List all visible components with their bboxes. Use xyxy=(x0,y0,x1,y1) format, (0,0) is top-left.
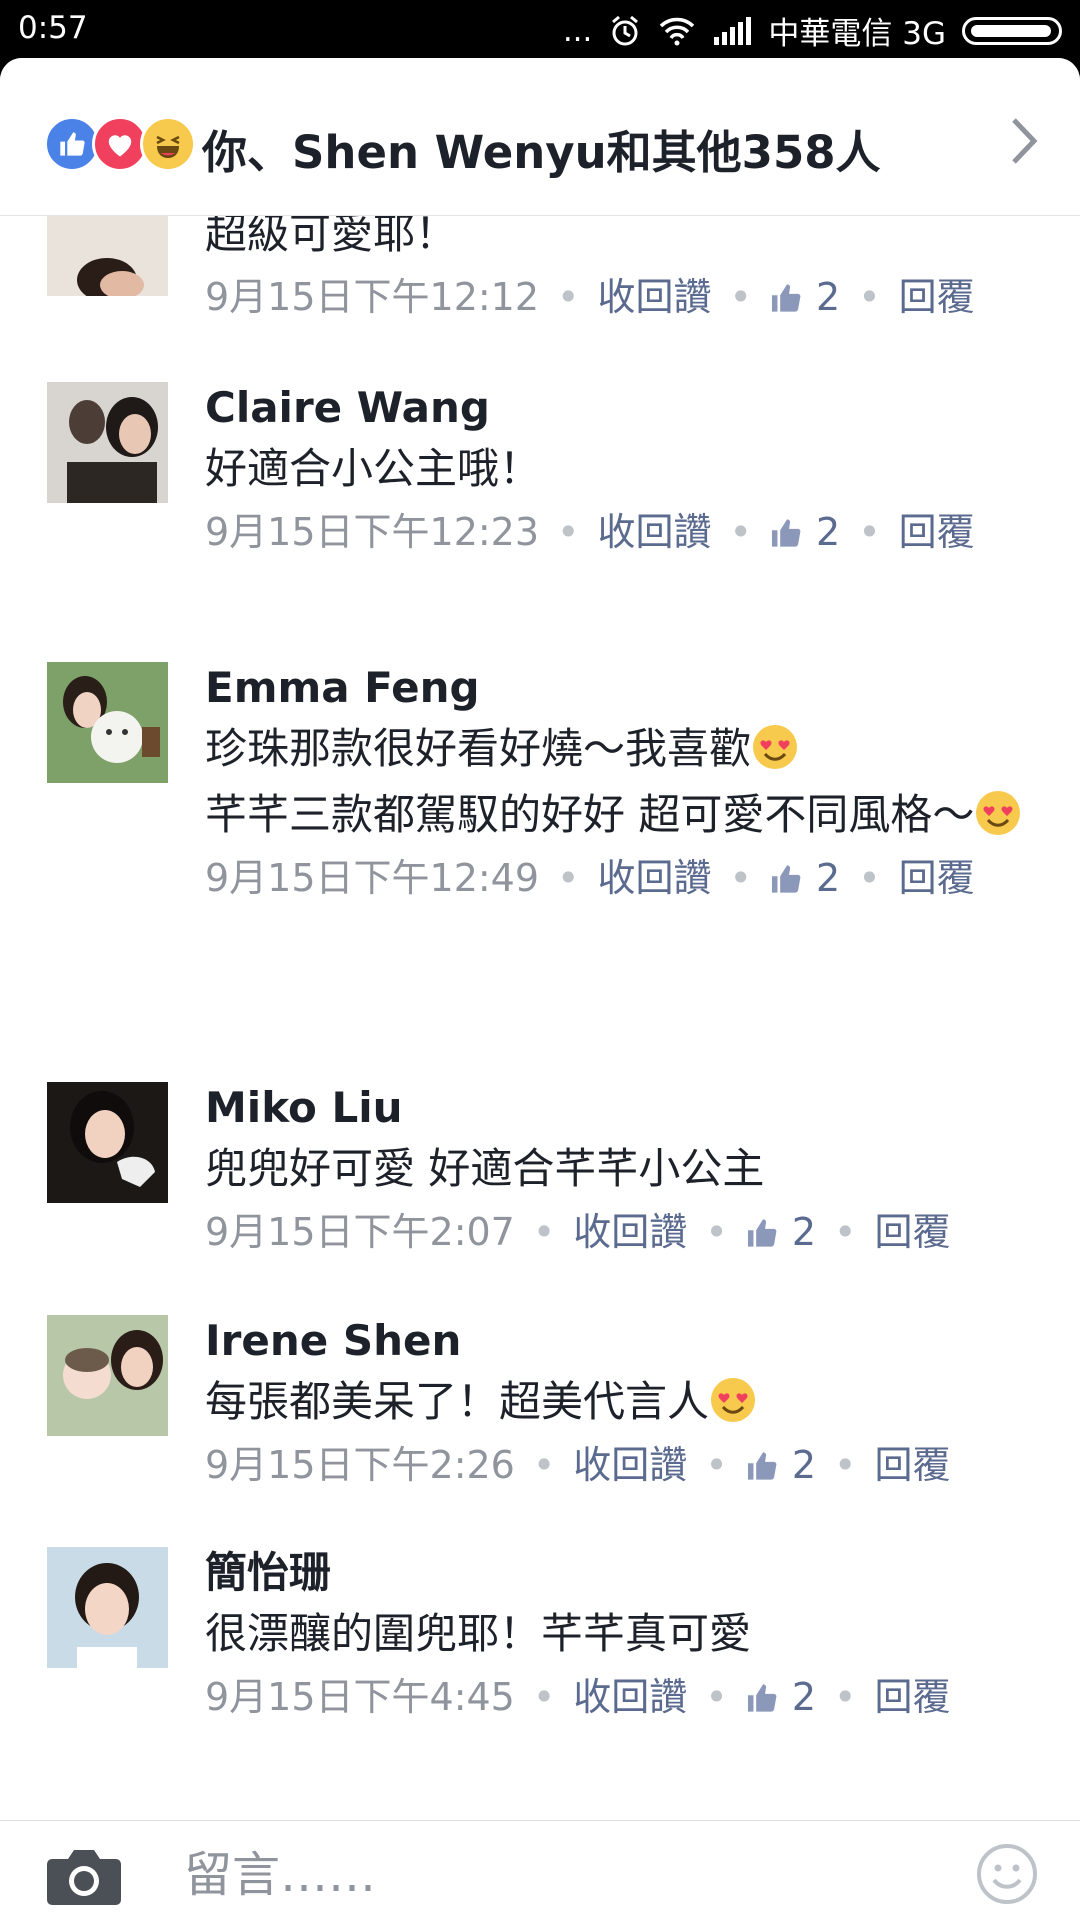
thumb-like-icon xyxy=(770,856,804,900)
comments-sheet: 你、Shen Wenyu和其他358人 超級可愛耶！ 9月15日下午12:12 •… xyxy=(0,58,1080,1920)
more-dots-icon: ... xyxy=(562,12,593,49)
like-count[interactable]: 2 xyxy=(816,856,840,900)
reaction-icons xyxy=(44,116,196,172)
heart-eyes-emoji-icon xyxy=(974,789,1022,837)
comment-timestamp: 9月15日下午12:12 xyxy=(205,275,540,319)
commenter-name[interactable]: Miko Liu xyxy=(205,1080,1025,1136)
comment-meta: 9月15日下午12:23 • 收回讚 • 2 • 回覆 xyxy=(205,510,975,554)
signal-icon xyxy=(712,16,752,45)
like-count[interactable]: 2 xyxy=(816,275,840,319)
heart-eyes-emoji-icon xyxy=(709,1376,757,1424)
commenter-name[interactable]: Emma Feng xyxy=(205,660,1025,716)
comment-timestamp: 9月15日下午2:26 xyxy=(205,1443,515,1487)
comment-text: 很漂釀的圍兜耶！芊芊真可愛 xyxy=(205,1609,752,1658)
avatar[interactable] xyxy=(47,215,168,296)
haha-icon xyxy=(140,116,196,172)
commenter-name[interactable]: Irene Shen xyxy=(205,1313,1025,1369)
reply-link[interactable]: 回覆 xyxy=(899,856,975,900)
reply-link[interactable]: 回覆 xyxy=(899,275,975,319)
status-time: 0:57 xyxy=(18,10,88,46)
comment-text: 珍珠那款很好看好燒～我喜歡 xyxy=(205,724,752,773)
thumb-like-icon xyxy=(746,1210,780,1254)
like-count[interactable]: 2 xyxy=(816,510,840,554)
comment-meta: 9月15日下午12:12 • 收回讚 • 2 • 回覆 xyxy=(205,275,975,319)
comment-timestamp: 9月15日下午4:45 xyxy=(205,1675,515,1719)
commenter-name[interactable]: 簡怡珊 xyxy=(205,1545,1025,1601)
chevron-right-icon[interactable] xyxy=(1008,116,1040,170)
reply-link[interactable]: 回覆 xyxy=(874,1443,950,1487)
comments-list: 超級可愛耶！ 9月15日下午12:12 • 收回讚 • 2 • 回覆 Claire Wan… xyxy=(0,215,1080,1820)
avatar[interactable] xyxy=(47,1315,168,1436)
comment-meta: 9月15日下午2:26 • 收回讚 • 2 • 回覆 xyxy=(205,1443,951,1487)
comment-body: Claire Wang 好適合小公主哦！ 9月15日下午12:23 • 收回讚 • 2… xyxy=(205,380,1025,556)
comment-input[interactable] xyxy=(182,1839,886,1911)
comment-timestamp: 9月15日下午12:49 xyxy=(205,856,540,900)
carrier-label: 中華電信 3G xyxy=(768,16,946,52)
thumb-like-icon xyxy=(770,510,804,554)
thumb-like-icon xyxy=(770,275,804,319)
unlike-link[interactable]: 收回讚 xyxy=(597,275,711,319)
avatar[interactable] xyxy=(47,662,168,783)
status-bar: 0:57 ... 中華電信 3G xyxy=(0,0,1080,58)
comment-meta: 9月15日下午2:07 • 收回讚 • 2 • 回覆 xyxy=(205,1210,951,1254)
unlike-link[interactable]: 收回讚 xyxy=(597,510,711,554)
comment-meta: 9月15日下午4:45 • 收回讚 • 2 • 回覆 xyxy=(205,1675,951,1719)
comment-text-line: 珍珠那款很好看好燒～我喜歡 xyxy=(205,716,1025,782)
unlike-link[interactable]: 收回讚 xyxy=(597,856,711,900)
comment-body: 超級可愛耶！ 9月15日下午12:12 • 收回讚 • 2 • 回覆 xyxy=(205,215,1025,321)
thumb-like-icon xyxy=(746,1443,780,1487)
comment-timestamp: 9月15日下午12:23 xyxy=(205,510,540,554)
avatar[interactable] xyxy=(47,1082,168,1203)
reply-link[interactable]: 回覆 xyxy=(874,1675,950,1719)
reply-link[interactable]: 回覆 xyxy=(899,510,975,554)
reply-link[interactable]: 回覆 xyxy=(874,1210,950,1254)
comment-body: Emma Feng 珍珠那款很好看好燒～我喜歡 芊芊三款都駕馭的好好 超可愛不同… xyxy=(205,660,1025,902)
comment-text: 好適合小公主哦！ xyxy=(205,444,542,493)
comment-text-line: 每張都美呆了！超美代言人 xyxy=(205,1369,1025,1435)
reactions-summary-text: 你、Shen Wenyu和其他358人 xyxy=(202,126,881,179)
heart-eyes-emoji-icon xyxy=(751,723,799,771)
comment-meta: 9月15日下午12:49 • 收回讚 • 2 • 回覆 xyxy=(205,856,975,900)
smiley-sticker-icon[interactable] xyxy=(976,1843,1038,1909)
unlike-link[interactable]: 收回讚 xyxy=(573,1443,687,1487)
battery-icon xyxy=(962,16,1062,45)
unlike-link[interactable]: 收回讚 xyxy=(573,1210,687,1254)
unlike-link[interactable]: 收回讚 xyxy=(573,1675,687,1719)
status-right: ... 中華電信 3G xyxy=(563,8,1062,53)
alarm-icon xyxy=(608,14,642,48)
comment-text: 超級可愛耶！ xyxy=(205,215,458,258)
comment-composer xyxy=(0,1820,1080,1920)
like-count[interactable]: 2 xyxy=(792,1210,816,1254)
comment-timestamp: 9月15日下午2:07 xyxy=(205,1210,515,1254)
thumb-like-icon xyxy=(746,1675,780,1719)
camera-icon[interactable] xyxy=(46,1847,122,1911)
like-count[interactable]: 2 xyxy=(792,1675,816,1719)
comment-text: 兜兜好可愛 好適合芊芊小公主 xyxy=(205,1144,765,1193)
comment-body: Miko Liu 兜兜好可愛 好適合芊芊小公主 9月15日下午2:07 • 收回讚 •… xyxy=(205,1080,1025,1256)
comment-text: 每張都美呆了！超美代言人 xyxy=(205,1377,710,1426)
comment-body: 簡怡珊 很漂釀的圍兜耶！芊芊真可愛 9月15日下午4:45 • 收回讚 • 2 • 回覆 xyxy=(205,1545,1025,1721)
wifi-icon xyxy=(658,16,696,46)
avatar[interactable] xyxy=(47,382,168,503)
like-count[interactable]: 2 xyxy=(792,1443,816,1487)
reactions-summary-bar[interactable]: 你、Shen Wenyu和其他358人 xyxy=(0,58,1080,216)
comment-text: 芊芊三款都駕馭的好好 超可愛不同風格～ xyxy=(205,790,975,839)
comment-body: Irene Shen 每張都美呆了！超美代言人 9月15日下午2:26 • 收回讚 •… xyxy=(205,1313,1025,1489)
avatar[interactable] xyxy=(47,1547,168,1668)
commenter-name[interactable]: Claire Wang xyxy=(205,380,1025,436)
comment-text-line: 芊芊三款都駕馭的好好 超可愛不同風格～ xyxy=(205,782,1025,848)
